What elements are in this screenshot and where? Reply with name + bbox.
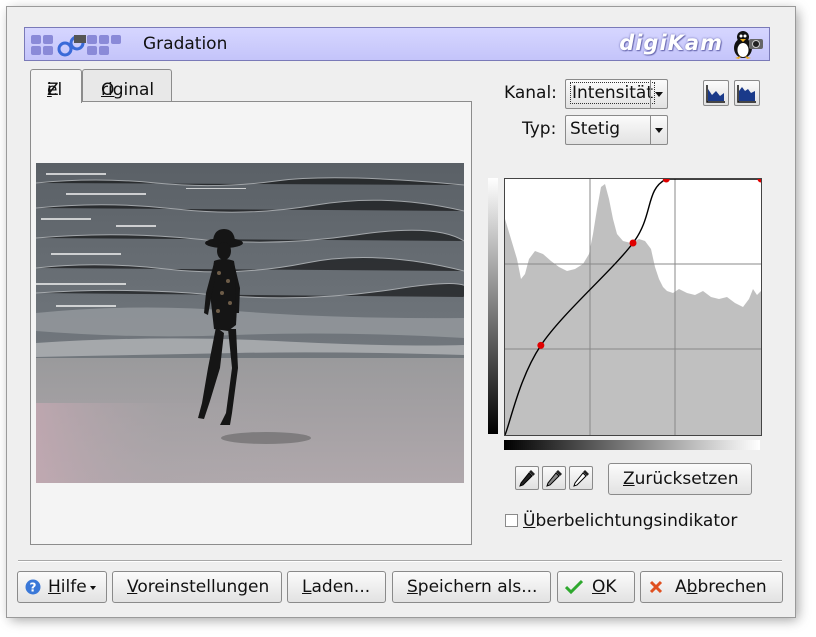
linear-histogram-button[interactable] bbox=[703, 80, 729, 106]
save-as-button[interactable]: Speichern als... bbox=[392, 571, 551, 603]
load-button[interactable]: Laden... bbox=[287, 571, 386, 603]
white-picker-icon bbox=[573, 470, 589, 487]
linear-histogram-icon bbox=[706, 85, 725, 103]
dialog-title: Gradation bbox=[143, 34, 228, 54]
curve-control-point[interactable] bbox=[629, 239, 637, 247]
curve-control-point[interactable] bbox=[662, 179, 670, 183]
divider bbox=[18, 560, 782, 562]
gray-picker-icon bbox=[546, 470, 562, 487]
ok-button[interactable]: OK bbox=[557, 571, 635, 603]
input-gradient-bar bbox=[504, 440, 760, 450]
preview-image[interactable] bbox=[36, 163, 464, 483]
digikam-app-icon bbox=[31, 33, 127, 57]
output-gradient-bar bbox=[488, 178, 498, 434]
kanal-label: Kanal: bbox=[504, 83, 557, 103]
white-picker-button[interactable] bbox=[569, 466, 593, 490]
typ-label: Typ: bbox=[522, 119, 557, 139]
log-histogram-icon bbox=[737, 85, 756, 103]
chevron-down-icon bbox=[650, 116, 667, 144]
overexposure-label: Überbelichtungsindikator bbox=[523, 511, 738, 531]
tab-ziel[interactable]: Zi el bbox=[30, 69, 82, 103]
ok-check-icon bbox=[565, 579, 583, 595]
cancel-button[interactable]: Abbrechen bbox=[640, 571, 783, 603]
chevron-down-icon bbox=[90, 586, 96, 590]
histogram bbox=[505, 184, 761, 435]
curves-editor[interactable] bbox=[504, 178, 762, 436]
app-brand: digiKam bbox=[619, 31, 723, 55]
tux-camera-icon bbox=[734, 31, 763, 59]
presets-button[interactable]: Voreinstellungen bbox=[112, 571, 282, 603]
reset-button[interactable]: Zurücksetzen bbox=[608, 463, 752, 495]
log-histogram-button[interactable] bbox=[734, 80, 760, 106]
svg-text:?: ? bbox=[30, 581, 37, 595]
typ-select[interactable]: Stetig bbox=[565, 115, 668, 145]
tab-original[interactable]: Original bbox=[82, 69, 172, 102]
curve-control-point[interactable] bbox=[537, 341, 545, 349]
dialog-header: Gradation digiKam bbox=[24, 27, 770, 61]
curve-control-point[interactable] bbox=[757, 179, 762, 183]
gray-picker-button[interactable] bbox=[542, 466, 566, 490]
overexposure-checkbox[interactable] bbox=[505, 514, 518, 527]
preview-panel bbox=[30, 101, 472, 545]
black-picker-button[interactable] bbox=[515, 466, 539, 490]
help-icon: ? bbox=[25, 579, 41, 595]
chevron-down-icon bbox=[650, 80, 667, 108]
help-button[interactable]: ? Hilfe bbox=[17, 571, 107, 603]
kanal-select[interactable]: Intensität bbox=[565, 79, 668, 109]
cancel-x-icon bbox=[649, 580, 663, 594]
black-picker-icon bbox=[519, 470, 535, 487]
